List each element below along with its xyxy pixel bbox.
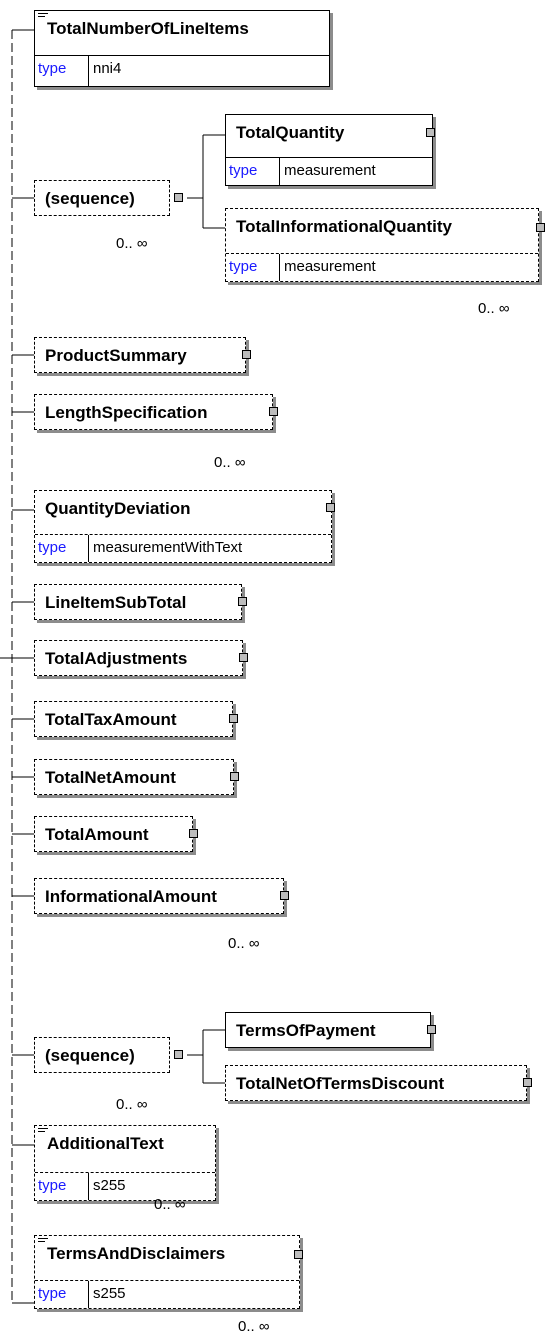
type-keyword: type <box>38 539 67 556</box>
element-total-number-of-line-items[interactable]: TotalNumberOfLineItems type nni4 <box>34 10 330 87</box>
expand-icon[interactable] <box>426 128 435 137</box>
element-additional-text[interactable]: AdditionalText type s255 <box>34 1125 216 1201</box>
sequence-label: (sequence) <box>45 189 135 208</box>
element-name: TotalNetOfTermsDiscount <box>236 1074 445 1093</box>
type-keyword: type <box>229 258 258 275</box>
element-name: QuantityDeviation <box>45 499 191 518</box>
expand-icon[interactable] <box>239 653 248 662</box>
sequence-compositor-2[interactable]: (sequence) <box>34 1037 170 1073</box>
expand-icon[interactable] <box>280 891 289 900</box>
element-total-tax-amount[interactable]: TotalTaxAmount <box>34 701 233 737</box>
expand-icon[interactable] <box>189 829 198 838</box>
element-length-specification[interactable]: LengthSpecification <box>34 394 273 430</box>
element-terms-of-payment[interactable]: TermsOfPayment <box>225 1012 431 1048</box>
type-row: type measurement <box>226 253 538 281</box>
cardinality-label: 0.. ∞ <box>116 1096 148 1113</box>
expand-icon[interactable] <box>427 1025 436 1034</box>
type-value: s255 <box>93 1177 126 1194</box>
element-name: TotalNetAmount <box>45 768 176 787</box>
element-name: TotalInformationalQuantity <box>236 217 452 236</box>
cardinality-label: 0.. ∞ <box>116 235 148 252</box>
element-total-net-amount[interactable]: TotalNetAmount <box>34 759 234 795</box>
element-total-adjustments[interactable]: TotalAdjustments <box>34 640 243 676</box>
element-name: AdditionalText <box>47 1134 164 1153</box>
element-total-net-of-terms-discount[interactable]: TotalNetOfTermsDiscount <box>225 1065 527 1101</box>
type-keyword: type <box>229 162 258 179</box>
element-name: TotalTaxAmount <box>45 710 177 729</box>
type-row: type nni4 <box>35 55 329 86</box>
element-line-item-sub-total[interactable]: LineItemSubTotal <box>34 584 242 620</box>
element-name: TermsAndDisclaimers <box>47 1244 226 1263</box>
expand-icon[interactable] <box>326 503 335 512</box>
element-name: TotalNumberOfLineItems <box>47 19 249 38</box>
element-name: LengthSpecification <box>45 403 208 422</box>
expand-icon[interactable] <box>229 714 238 723</box>
element-name: InformationalAmount <box>45 887 217 906</box>
cardinality-label: 0.. ∞ <box>238 1318 270 1335</box>
element-name: TotalQuantity <box>236 123 345 142</box>
element-name: TermsOfPayment <box>236 1021 376 1040</box>
cardinality-label: 0.. ∞ <box>478 300 510 317</box>
sequence-label: (sequence) <box>45 1046 135 1065</box>
expand-icon[interactable] <box>269 407 278 416</box>
type-row: type s255 <box>35 1280 299 1308</box>
element-informational-amount[interactable]: InformationalAmount <box>34 878 284 914</box>
cardinality-label: 0.. ∞ <box>228 935 260 952</box>
element-product-summary[interactable]: ProductSummary <box>34 337 246 373</box>
expand-icon[interactable] <box>174 193 183 202</box>
sequence-compositor-1[interactable]: (sequence) <box>34 180 170 216</box>
expand-icon[interactable] <box>242 350 251 359</box>
expand-icon[interactable] <box>230 772 239 781</box>
type-keyword: type <box>38 1177 67 1194</box>
type-keyword: type <box>38 1285 67 1302</box>
type-row: type s255 <box>35 1172 215 1200</box>
element-total-quantity[interactable]: TotalQuantity type measurement <box>225 114 433 186</box>
type-keyword: type <box>38 60 67 77</box>
cardinality-label: 0.. ∞ <box>214 454 246 471</box>
element-terms-and-disclaimers[interactable]: TermsAndDisclaimers type s255 <box>34 1235 300 1309</box>
element-quantity-deviation[interactable]: QuantityDeviation type measurementWithTe… <box>34 490 332 563</box>
element-total-informational-quantity[interactable]: TotalInformationalQuantity type measurem… <box>225 208 539 282</box>
expand-icon[interactable] <box>174 1050 183 1059</box>
expand-icon[interactable] <box>238 597 247 606</box>
expand-icon[interactable] <box>536 223 545 232</box>
element-total-amount[interactable]: TotalAmount <box>34 816 193 852</box>
type-value: measurementWithText <box>93 539 243 556</box>
element-name: ProductSummary <box>45 346 187 365</box>
type-value: nni4 <box>93 60 122 77</box>
expand-icon[interactable] <box>294 1250 303 1259</box>
type-row: type measurementWithText <box>35 534 331 562</box>
element-name: LineItemSubTotal <box>45 593 187 612</box>
expand-icon[interactable] <box>523 1078 532 1087</box>
element-name: TotalAdjustments <box>45 649 188 668</box>
type-value: measurement <box>284 162 376 179</box>
type-value: s255 <box>93 1285 126 1302</box>
type-value: measurement <box>284 258 376 275</box>
element-name: TotalAmount <box>45 825 149 844</box>
cardinality-label: 0.. ∞ <box>154 1196 186 1213</box>
type-row: type measurement <box>226 157 432 185</box>
